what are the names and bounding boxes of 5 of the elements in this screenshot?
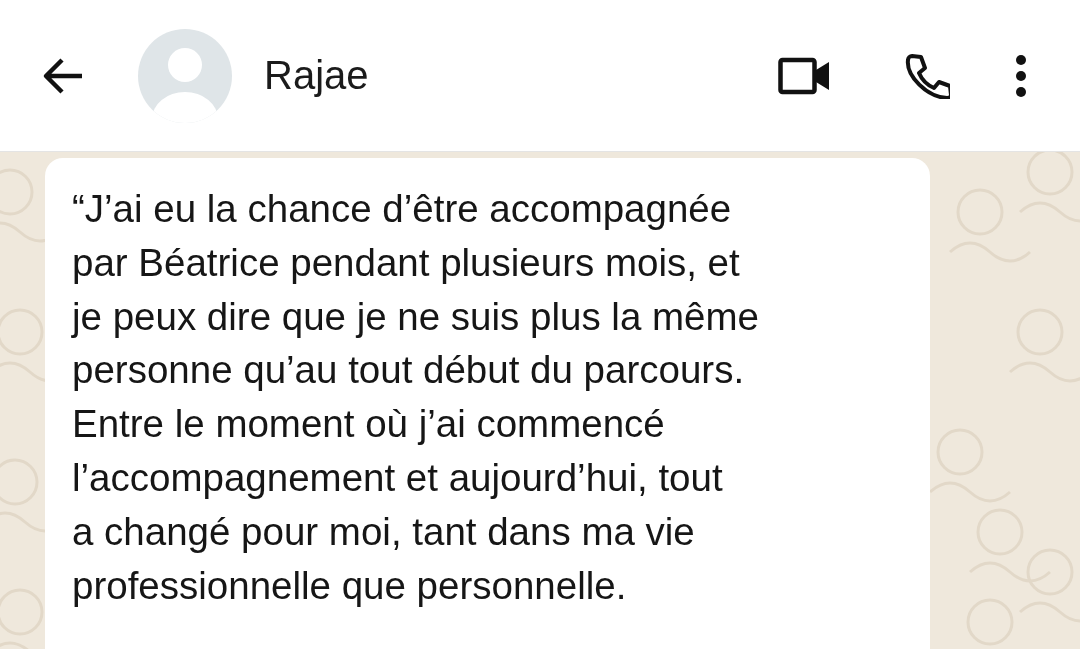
message-text: “J’ai eu la chance d’être accompagnée par Béatrice pendant plusieurs mois, et je peux dire que je ne suis plus la même personne qu’au tout début du parcours. Entre le moment où j’ai commencé l’accompagnement et aujourd’hui, tout a changé pour moi, tant dans ma vie professionnelle que personnelle. (72, 186, 759, 609)
video-call-icon[interactable] (778, 55, 832, 96)
contact-name[interactable]: Rajae (264, 53, 778, 98)
phone-call-icon[interactable] (904, 52, 950, 99)
more-options-icon[interactable] (1014, 52, 1028, 99)
